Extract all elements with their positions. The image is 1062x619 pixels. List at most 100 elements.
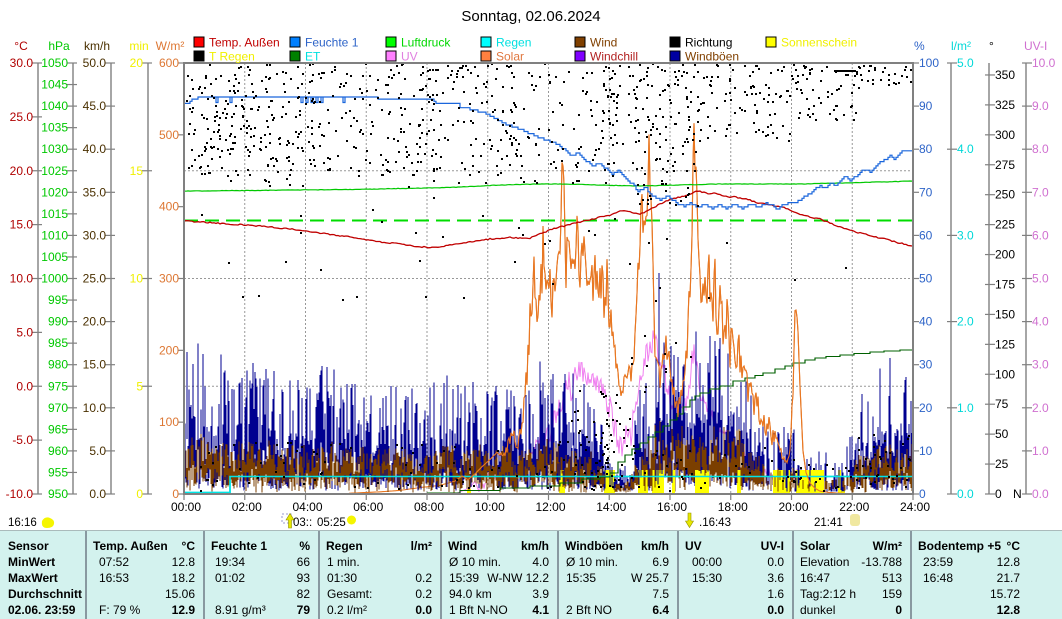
svg-text:.16:43: .16:43 [699,517,731,529]
svg-text:Windchill: Windchill [590,50,638,64]
svg-text:-5.0: -5.0 [12,433,33,447]
svg-text:2.0: 2.0 [957,315,974,329]
svg-text:25.0: 25.0 [83,272,107,286]
svg-text:1010: 1010 [41,228,68,242]
svg-text:10.0: 10.0 [10,272,34,286]
svg-text:175: 175 [995,277,1015,291]
svg-text:15: 15 [130,164,144,178]
svg-text:Solar: Solar [496,50,524,64]
svg-text:30.0: 30.0 [83,228,107,242]
svg-text:1030: 1030 [41,142,68,156]
svg-text:7.0: 7.0 [1032,185,1049,199]
svg-text:30: 30 [919,358,933,372]
svg-text:14:00: 14:00 [596,500,626,514]
svg-text:5: 5 [136,379,143,393]
svg-text:980: 980 [48,358,68,372]
svg-text:80: 80 [919,142,933,156]
svg-text:25.0: 25.0 [10,110,34,124]
svg-text:500: 500 [159,128,179,142]
svg-text:960: 960 [48,444,68,458]
svg-text:25: 25 [995,457,1009,471]
svg-text:10:00: 10:00 [475,500,505,514]
svg-text:955: 955 [48,465,68,479]
svg-text:05:25: 05:25 [317,517,346,529]
svg-text:10.0: 10.0 [83,401,107,415]
svg-text:00:00: 00:00 [171,500,201,514]
svg-text:02:00: 02:00 [232,500,262,514]
svg-text:1005: 1005 [41,250,68,264]
svg-text:16:16: 16:16 [8,517,37,529]
svg-text:°: ° [989,39,994,53]
svg-text:1045: 1045 [41,78,68,92]
svg-text:100: 100 [919,56,939,70]
svg-text:km/h: km/h [84,39,110,53]
svg-text:400: 400 [159,200,179,214]
svg-text:225: 225 [995,218,1015,232]
svg-text:Sonnenschein: Sonnenschein [781,36,857,50]
svg-text:75: 75 [995,397,1009,411]
svg-text:0.0: 0.0 [89,487,106,501]
svg-text:03::: 03:: [293,517,312,529]
svg-text:45.0: 45.0 [83,99,107,113]
svg-text:06:00: 06:00 [353,500,383,514]
svg-text:UV: UV [401,50,418,64]
svg-text:200: 200 [995,248,1015,262]
svg-text:Regen: Regen [496,36,531,50]
svg-text:1025: 1025 [41,164,68,178]
svg-text:1040: 1040 [41,99,68,113]
svg-text:20: 20 [919,401,933,415]
svg-text:50.0: 50.0 [83,56,107,70]
svg-text:985: 985 [48,336,68,350]
svg-text:1020: 1020 [41,185,68,199]
svg-text:N: N [1013,487,1022,501]
svg-text:4.0: 4.0 [957,142,974,156]
svg-text:50: 50 [995,427,1009,441]
svg-text:995: 995 [48,293,68,307]
svg-text:1000: 1000 [41,272,68,286]
svg-text:Wind: Wind [590,36,617,50]
svg-text:1.0: 1.0 [1032,444,1049,458]
svg-text:3.0: 3.0 [1032,358,1049,372]
svg-text:8.0: 8.0 [1032,142,1049,156]
svg-text:T Regen: T Regen [209,50,255,64]
svg-text:-10.0: -10.0 [6,487,34,501]
svg-text:5.0: 5.0 [957,56,974,70]
svg-text:2.0: 2.0 [1032,401,1049,415]
svg-text:%: % [914,39,925,53]
svg-text:200: 200 [159,343,179,357]
svg-text:5.0: 5.0 [16,325,33,339]
svg-text:250: 250 [995,188,1015,202]
svg-text:18:00: 18:00 [718,500,748,514]
svg-text:5.0: 5.0 [89,444,106,458]
svg-text:0: 0 [136,487,143,501]
svg-text:0: 0 [172,487,179,501]
svg-text:300: 300 [159,272,179,286]
svg-text:1035: 1035 [41,121,68,135]
svg-text:275: 275 [995,158,1015,172]
svg-text:3.0: 3.0 [957,228,974,242]
svg-text:60: 60 [919,228,933,242]
svg-text:22:00: 22:00 [839,500,869,514]
svg-text:1050: 1050 [41,56,68,70]
svg-text:12:00: 12:00 [535,500,565,514]
svg-text:hPa: hPa [48,39,70,53]
svg-text:20.0: 20.0 [83,315,107,329]
svg-text:150: 150 [995,307,1015,321]
svg-text:0: 0 [919,487,926,501]
svg-text:l/m²: l/m² [951,39,971,53]
svg-text:W/m²: W/m² [156,39,185,53]
svg-text:Feuchte 1: Feuchte 1 [305,36,359,50]
svg-text:Richtung: Richtung [685,36,732,50]
svg-text:0.0: 0.0 [16,379,33,393]
svg-text:975: 975 [48,379,68,393]
svg-text:16:00: 16:00 [657,500,687,514]
svg-text:15.0: 15.0 [10,218,34,232]
svg-text:100: 100 [159,415,179,429]
svg-text:min: min [129,39,148,53]
svg-text:20:00: 20:00 [778,500,808,514]
svg-text:0.0: 0.0 [1032,487,1049,501]
svg-text:UV-I: UV-I [1024,39,1047,53]
svg-text:40: 40 [919,315,933,329]
svg-text:0.0: 0.0 [957,487,974,501]
svg-text:10.0: 10.0 [1032,56,1056,70]
